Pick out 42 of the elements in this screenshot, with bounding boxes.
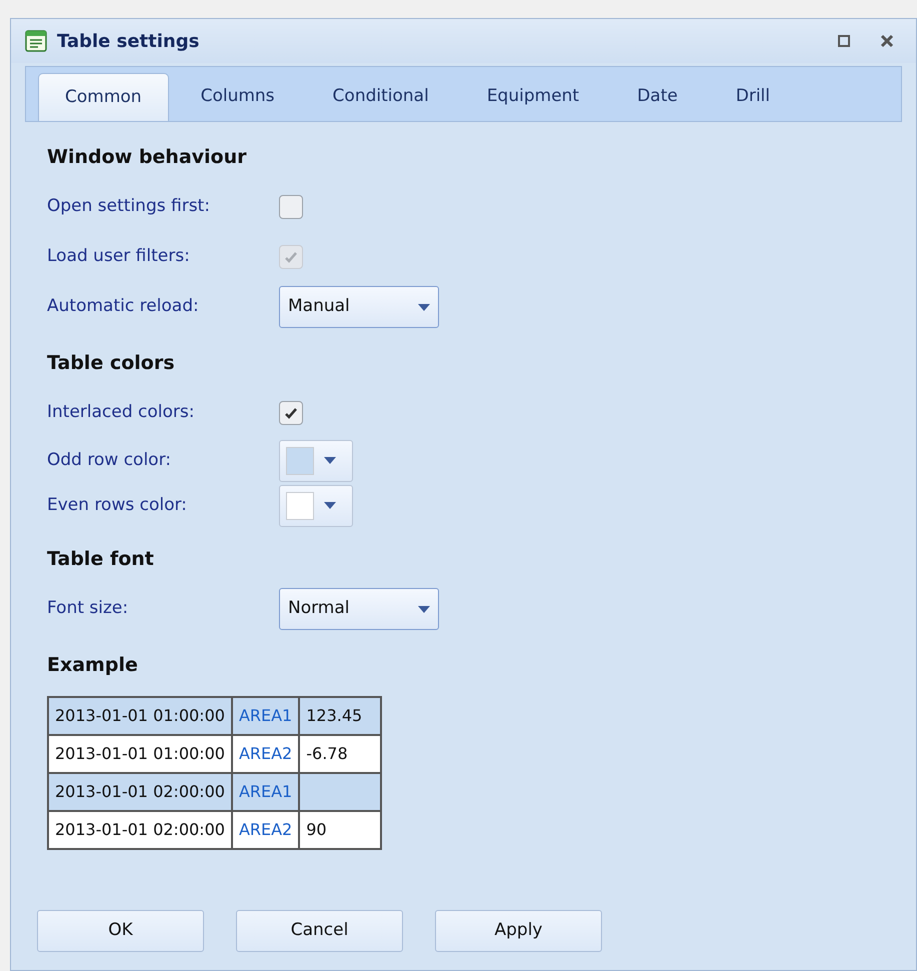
dialog-button[interactable]: OK <box>37 910 204 952</box>
table-icon <box>25 30 47 52</box>
dropdown-value: Normal <box>288 597 350 620</box>
field-label: Odd row color: <box>47 448 172 472</box>
section-heading: Example <box>47 652 139 678</box>
caret-icon <box>418 304 430 310</box>
tab[interactable]: Columns <box>174 73 301 121</box>
section-heading: Window behaviour <box>47 144 248 170</box>
field-label: Font size: <box>47 597 130 620</box>
dialog-button[interactable]: Cancel <box>236 910 403 952</box>
section-heading: Table font <box>47 546 155 572</box>
tab[interactable]: Conditional <box>306 73 455 121</box>
tab[interactable]: Drill <box>710 73 796 121</box>
field-label: Even rows color: <box>47 494 188 517</box>
tab[interactable]: Common <box>38 73 169 121</box>
field-label: Interlaced colors: <box>47 401 196 424</box>
table-cell: 2013-01-01 02:00:00 <box>48 811 232 849</box>
window-title: Table settings <box>57 30 200 54</box>
color-picker[interactable] <box>279 440 353 482</box>
table-cell: AREA2 <box>232 811 300 849</box>
color-picker[interactable] <box>279 484 353 526</box>
caret-icon <box>418 606 430 612</box>
dropdown[interactable]: Manual <box>279 286 439 328</box>
dropdown[interactable]: Normal <box>279 588 439 630</box>
checkmark-icon <box>284 406 298 420</box>
checkbox[interactable] <box>279 401 303 425</box>
field-label: Automatic reload: <box>47 295 200 318</box>
caret-icon <box>324 457 336 464</box>
table-cell: 90 <box>299 811 382 849</box>
dropdown-value: Manual <box>288 295 350 318</box>
tab[interactable]: Date <box>611 73 704 121</box>
checkmark-icon <box>284 250 298 264</box>
section-heading: Table colors <box>47 350 176 376</box>
dialog-button[interactable]: Apply <box>435 910 602 952</box>
field-label: Open settings first: <box>47 195 211 218</box>
maximize-icon[interactable] <box>838 35 850 47</box>
table-cell: 2013-01-01 01:00:00 <box>48 697 232 735</box>
field-label: Load user filters: <box>47 245 191 268</box>
caret-icon <box>324 502 336 509</box>
tab[interactable]: Equipment <box>460 73 606 121</box>
close-icon[interactable] <box>880 34 894 48</box>
checkbox[interactable] <box>279 195 303 219</box>
